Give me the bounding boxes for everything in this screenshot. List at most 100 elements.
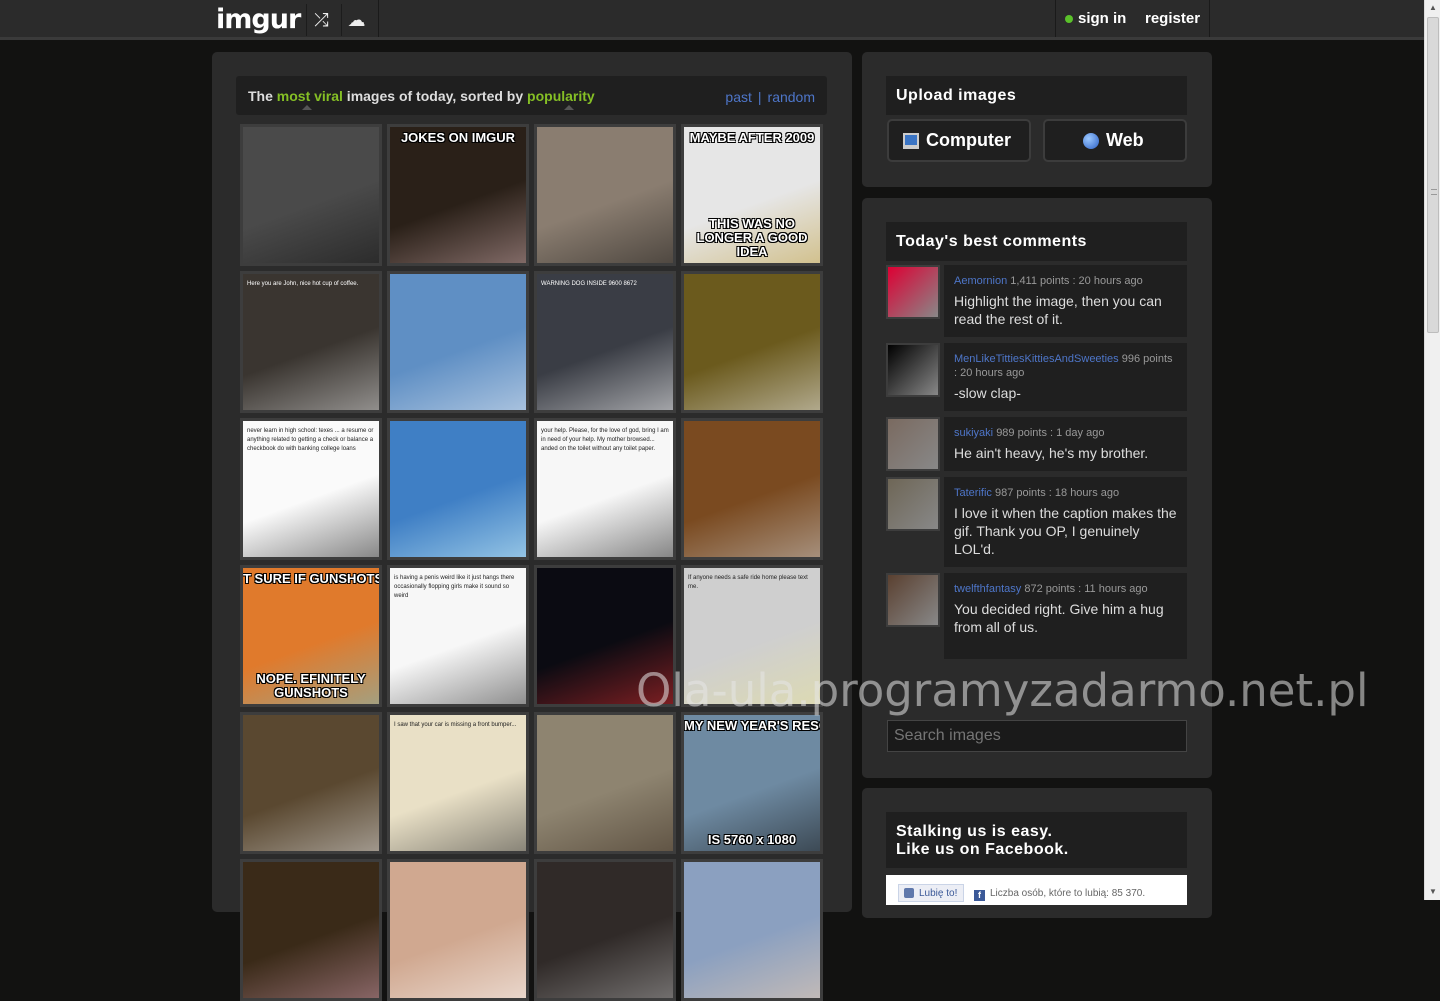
- thumbnail-caption-bottom: IS 5760 x 1080: [707, 833, 797, 847]
- scroll-down-arrow-icon[interactable]: ▼: [1425, 884, 1440, 900]
- upload-computer-button[interactable]: Computer: [887, 119, 1031, 162]
- comment-body: Aemornion 1,411 points : 20 hours ago Hi…: [944, 265, 1187, 337]
- thumbnail-image: [243, 862, 379, 998]
- register-link[interactable]: register: [1145, 10, 1200, 27]
- gallery-thumbnail-row6-d[interactable]: [681, 859, 823, 1001]
- thumbnail-image: [390, 274, 526, 410]
- gallery-thumbnail-toilet-text[interactable]: your help. Please, for the love of god, …: [534, 418, 676, 560]
- scroll-up-arrow-icon[interactable]: ▲: [1425, 0, 1440, 16]
- comment-avatar[interactable]: [886, 477, 940, 531]
- thumbnail-caption-top: MAYBE AFTER 2009: [689, 130, 815, 145]
- watermark-text: Ola-ula.programyzadarmo.net.pl: [636, 664, 1369, 717]
- gallery-thumbnail-fry-not-sure[interactable]: T SURE IF GUNSHOTS O NOPE. EFINITELY GUNS…: [240, 565, 382, 707]
- comment-user-link[interactable]: Taterific: [954, 487, 992, 499]
- online-status-dot: [1065, 15, 1073, 23]
- thumbnail-image: [684, 274, 820, 410]
- thumbnail-image: [537, 127, 673, 263]
- comment-avatar[interactable]: [886, 265, 940, 319]
- upload-title: Upload images: [886, 76, 1187, 115]
- gallery-thumbnail-most-interesting-man[interactable]: JOKES ON IMGUR: [387, 124, 529, 266]
- random-link[interactable]: random: [768, 89, 815, 105]
- comment-user-link[interactable]: Aemornion: [954, 275, 1007, 287]
- avatar-image: [888, 419, 938, 469]
- computer-icon: [903, 133, 919, 149]
- gallery-thumbnail-panda-reading[interactable]: [681, 271, 823, 413]
- globe-icon: [1083, 133, 1099, 149]
- comment-avatar[interactable]: [886, 417, 940, 471]
- thumbnail-image: [390, 421, 526, 557]
- thumbnail-image: [537, 862, 673, 998]
- gallery-thumbnail-pug-puppy[interactable]: [534, 124, 676, 266]
- gallery-thumbnail-blue-bathroom[interactable]: [387, 418, 529, 560]
- facebook-like-box: Lubię to! f Liczba osób, które to lubią: …: [886, 875, 1187, 905]
- thumbnail-caption-top: MY NEW YEAR'S RESOLUTION: [684, 718, 820, 733]
- thumbs-up-icon: [904, 888, 914, 898]
- gallery-thumbnail-jack-sparrow[interactable]: [534, 712, 676, 854]
- like-count-text: Liczba osób, które to lubią: 85 370.: [990, 888, 1146, 899]
- upload-web-label: Web: [1106, 130, 1144, 150]
- gallery-panel: The most viral images of today, sorted b…: [212, 52, 852, 1001]
- thumbnail-image: [390, 862, 526, 998]
- avatar-image: [888, 345, 938, 395]
- thumbnail-image: [243, 127, 379, 263]
- sign-in-link[interactable]: sign in: [1078, 10, 1126, 27]
- avatar-image: [888, 267, 938, 317]
- comment-text[interactable]: Highlight the image, then you can read t…: [954, 292, 1177, 328]
- thumbnail-text: your help. Please, for the love of god, …: [541, 428, 669, 452]
- comment-body: sukiyaki 989 points : 1 day ago He ain't…: [944, 417, 1187, 471]
- comment-meta: 989 points : 1 day ago: [996, 427, 1105, 439]
- avatar-image: [888, 479, 938, 529]
- gallery-thumbnail-row6-a[interactable]: [240, 859, 382, 1001]
- gallery-thumbnail-monitor-setup[interactable]: MY NEW YEAR'S RESOLUTION IS 5760 x 1080: [681, 712, 823, 854]
- upload-web-button[interactable]: Web: [1043, 119, 1187, 162]
- scrollbar-grip-icon: [1431, 189, 1437, 195]
- gallery-title-prefix: The: [248, 88, 277, 104]
- gallery-thumbnail-high-school-text[interactable]: never learn in high school: texes ... a …: [240, 418, 382, 560]
- gallery-thumbnail-warning-dog-sign[interactable]: WARNING DOG INSIDE 9600 8672: [534, 271, 676, 413]
- gallery-thumbnail-brown-bathroom[interactable]: [681, 418, 823, 560]
- gallery-links: past | random: [725, 89, 815, 105]
- link-separator: |: [757, 89, 762, 105]
- gallery-thumbnail-tuxedo-cat[interactable]: [240, 124, 382, 266]
- gallery-thumbnail-row6-c[interactable]: [534, 859, 676, 1001]
- comment-user-link[interactable]: sukiyaki: [954, 427, 993, 439]
- sort-popularity-link[interactable]: popularity: [527, 88, 595, 104]
- thumbnail-caption-bottom: NOPE. EFINITELY GUNSHOTS: [256, 672, 366, 700]
- comments-title: Today's best comments: [886, 222, 1187, 261]
- gallery-thumbnail-car-note[interactable]: I saw that your car is missing a front b…: [387, 712, 529, 854]
- gallery-thumbnail-sleeping-man[interactable]: [240, 712, 382, 854]
- comment-text[interactable]: He ain't heavy, he's my brother.: [954, 444, 1177, 462]
- comment-meta: 1,411 points : 20 hours ago: [1010, 275, 1143, 287]
- sort-most-viral-link[interactable]: most viral: [277, 88, 343, 104]
- comment-user-link[interactable]: MenLikeTittiesKittiesAndSweeties: [954, 353, 1119, 365]
- comment-avatar[interactable]: [886, 343, 940, 397]
- facebook-title-line1: Stalking us is easy.: [896, 823, 1053, 840]
- thumbnail-image: [684, 862, 820, 998]
- comment-user-link[interactable]: twelfthfantasy: [954, 583, 1021, 595]
- imgur-logo[interactable]: imgur: [216, 3, 301, 37]
- upload-cloud-icon[interactable]: ☁: [341, 4, 371, 36]
- facebook-title: Stalking us is easy. Like us on Facebook…: [886, 812, 1187, 868]
- gallery-thumbnail-sherlock-tea[interactable]: Here you are John, nice hot cup of coffe…: [240, 271, 382, 413]
- comment-avatar[interactable]: [886, 573, 940, 627]
- gallery-header: The most viral images of today, sorted b…: [236, 76, 827, 115]
- like-button-label: Lubię to!: [919, 888, 958, 899]
- gallery-thumbnail-feet-over-clouds[interactable]: [387, 271, 529, 413]
- page-scrollbar[interactable]: ▲ ▼: [1424, 0, 1440, 900]
- facebook-like-button[interactable]: Lubię to!: [898, 884, 965, 902]
- comment-text[interactable]: You decided right. Give him a hug from a…: [954, 600, 1177, 636]
- thumbnail-caption-bottom: THIS WAS NO LONGER A GOOD IDEA: [696, 217, 808, 259]
- search-images-input[interactable]: [887, 720, 1187, 752]
- auth-links: sign in register: [1055, 0, 1210, 37]
- gallery-title: The most viral images of today, sorted b…: [248, 88, 595, 104]
- gallery-thumbnail-new-year-meme[interactable]: MAYBE AFTER 2009 THIS WAS NO LONGER A GOO…: [681, 124, 823, 266]
- comment-text[interactable]: -slow clap-: [954, 384, 1177, 402]
- comment-body: Taterific 987 points : 18 hours ago I lo…: [944, 477, 1187, 567]
- gallery-thumbnail-tumblr-text[interactable]: is having a penis weird like it just han…: [387, 565, 529, 707]
- comment-text[interactable]: I love it when the caption makes the gif…: [954, 504, 1177, 558]
- past-link[interactable]: past: [725, 89, 751, 105]
- gallery-thumbnail-row6-b[interactable]: [387, 859, 529, 1001]
- scrollbar-thumb[interactable]: [1427, 17, 1439, 333]
- random-shuffle-icon[interactable]: ⤮: [306, 4, 336, 36]
- comment-meta: 872 points : 11 hours ago: [1024, 583, 1148, 595]
